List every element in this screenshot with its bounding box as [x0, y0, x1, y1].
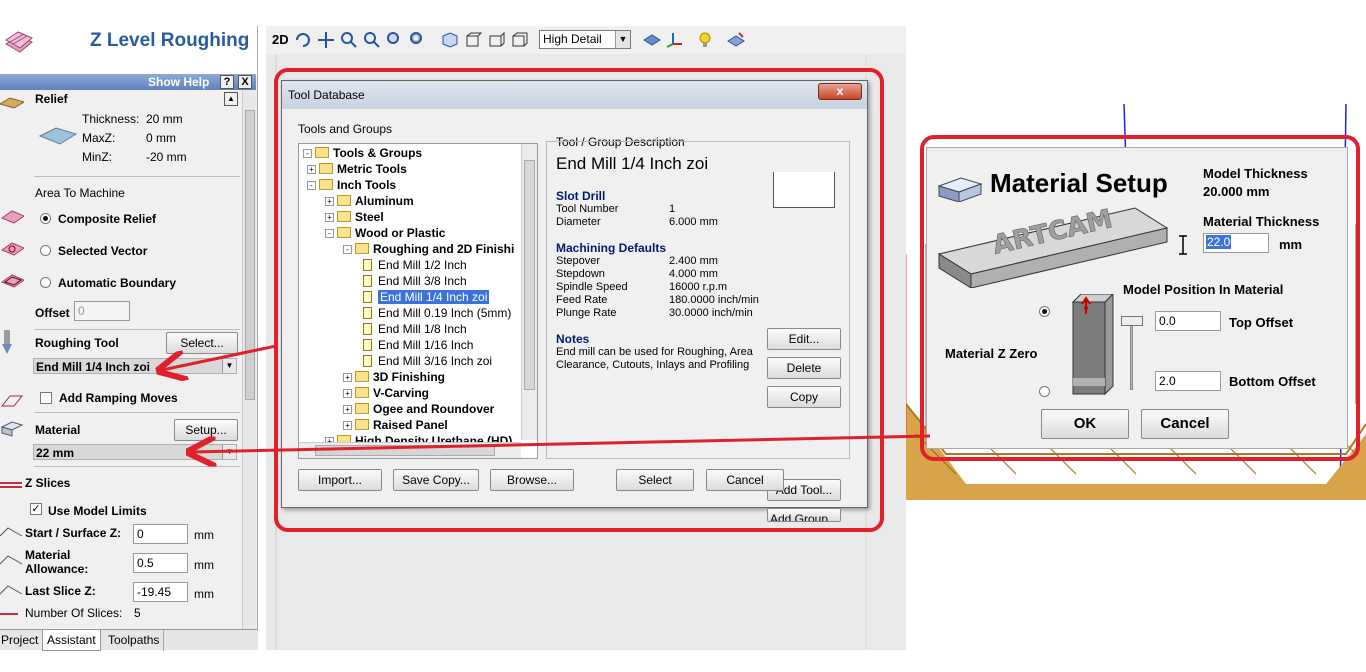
number-of-slices-value: 5 — [134, 606, 141, 620]
detail-level-select[interactable]: High Detail ▼ — [539, 30, 631, 49]
shaded-view-icon[interactable] — [643, 31, 661, 49]
material-field: 22 mm ▼ — [33, 444, 237, 460]
select-tool-button[interactable]: Select... — [166, 332, 238, 354]
relief-thumbnail-icon — [38, 127, 78, 145]
tab-toolpaths[interactable]: Toolpaths — [104, 630, 165, 651]
chevron-down-icon: ▼ — [222, 445, 236, 459]
view-2d-button[interactable]: 2D — [272, 32, 289, 47]
material-block-icon — [0, 421, 24, 437]
last-slice-icon — [0, 585, 23, 595]
roughing-tool-field[interactable]: End Mill 1/4 Inch zoi ▼ — [33, 358, 237, 374]
detail-level-value: High Detail — [543, 32, 602, 46]
material-label: Material — [35, 423, 81, 437]
panel-scrollbar[interactable] — [242, 90, 256, 630]
start-surface-z-input[interactable]: 0 — [133, 524, 188, 544]
scrollbar-thumb[interactable] — [245, 110, 255, 400]
collapse-relief-button[interactable]: ▲ — [224, 92, 238, 106]
start-surface-z-label: Start / Surface Z: — [25, 526, 122, 540]
tab-project[interactable]: Project — [0, 630, 44, 651]
z-slices-icon — [0, 482, 22, 488]
automatic-boundary-radio[interactable] — [40, 277, 51, 288]
add-ramping-checkbox[interactable] — [40, 392, 52, 404]
roughing-tool-label: Roughing Tool — [35, 336, 119, 350]
front-view-icon[interactable] — [487, 31, 505, 49]
show-help-link[interactable]: Show Help — [148, 75, 209, 89]
material-allowance-input[interactable]: 0.5 — [133, 553, 188, 573]
minz-label: MinZ: — [82, 150, 112, 164]
axes-icon[interactable] — [665, 31, 683, 49]
chevron-down-icon[interactable]: ▼ — [222, 359, 236, 373]
thickness-value: 20 mm — [146, 112, 183, 126]
toolpath-panel: Z Level Roughing Show Help ? X Relief ▲ … — [0, 26, 258, 650]
minz-value: -20 mm — [146, 150, 187, 164]
zoom-in-icon[interactable] — [340, 31, 358, 49]
offset-label: Offset — [35, 306, 70, 320]
tool-database-highlight — [274, 68, 884, 532]
area-heading: Area To Machine — [35, 186, 125, 200]
roughing-tool-value: End Mill 1/4 Inch zoi — [36, 360, 151, 374]
unit-label: mm — [194, 587, 214, 601]
selected-vector-radio[interactable] — [40, 245, 51, 256]
surface-z-icon — [0, 527, 23, 537]
light-bulb-icon[interactable] — [696, 31, 714, 49]
help-bar: Show Help ? X — [0, 74, 256, 90]
material-value: 22 mm — [36, 446, 75, 460]
help-button[interactable]: ? — [220, 75, 234, 89]
automatic-boundary-icon — [0, 274, 24, 288]
zoom-fit-icon[interactable] — [386, 31, 404, 49]
composite-relief-radio[interactable] — [40, 213, 51, 224]
divider — [34, 329, 240, 330]
composite-relief-label: Composite Relief — [58, 212, 157, 226]
zoom-box-icon[interactable] — [409, 31, 427, 49]
top-view-icon[interactable] — [464, 31, 482, 49]
selected-vector-label: Selected Vector — [58, 244, 148, 258]
last-slice-z-input[interactable]: -19.45 — [133, 582, 188, 602]
z-level-roughing-icon — [5, 31, 33, 53]
unit-label: mm — [194, 528, 214, 542]
material-setup-highlight — [920, 135, 1360, 461]
allowance-icon — [0, 555, 23, 565]
relief-label: Relief — [35, 92, 68, 106]
tab-assistant[interactable]: Assistant — [42, 630, 101, 651]
pan-icon[interactable] — [317, 31, 335, 49]
zoom-out-icon[interactable] — [363, 31, 381, 49]
maxz-label: MaxZ: — [82, 131, 116, 145]
close-panel-button[interactable]: X — [238, 75, 252, 89]
divider — [34, 412, 240, 413]
slices-icon — [0, 613, 18, 615]
material-setup-button[interactable]: Setup... — [174, 419, 238, 441]
use-model-limits-label: Use Model Limits — [48, 504, 147, 518]
view-toolbar: 2D High Detail ▼ — [266, 26, 906, 54]
divider — [34, 176, 240, 177]
panel-header: Z Level Roughing — [0, 26, 257, 76]
iso-view-icon[interactable] — [441, 31, 459, 49]
material-icon[interactable] — [727, 31, 745, 49]
composite-relief-icon — [0, 210, 24, 224]
number-of-slices-label: Number Of Slices: — [25, 606, 123, 620]
maxz-value: 0 mm — [146, 131, 176, 145]
thickness-label: Thickness: — [82, 112, 140, 126]
offset-input[interactable]: 0 — [74, 301, 130, 321]
unit-label: mm — [194, 558, 214, 572]
chevron-down-icon[interactable]: ▼ — [615, 31, 630, 48]
last-slice-z-label: Last Slice Z: — [25, 584, 96, 598]
page-title: Z Level Roughing — [90, 30, 250, 51]
add-ramping-label: Add Ramping Moves — [59, 391, 178, 405]
ramping-icon — [0, 395, 24, 407]
relief-icon — [0, 97, 24, 109]
divider — [34, 466, 240, 467]
panel-tabs: Project Assistant Toolpaths — [0, 629, 258, 651]
selected-vector-icon — [0, 242, 24, 256]
use-model-limits-checkbox[interactable]: ✓ — [30, 503, 42, 515]
side-view-icon[interactable] — [510, 31, 528, 49]
tool-icon — [2, 330, 12, 354]
material-allowance-label: Material Allowance: — [25, 548, 89, 576]
automatic-boundary-label: Automatic Boundary — [58, 276, 177, 290]
z-slices-heading: Z Slices — [25, 476, 71, 490]
rotate-icon[interactable] — [294, 31, 312, 49]
